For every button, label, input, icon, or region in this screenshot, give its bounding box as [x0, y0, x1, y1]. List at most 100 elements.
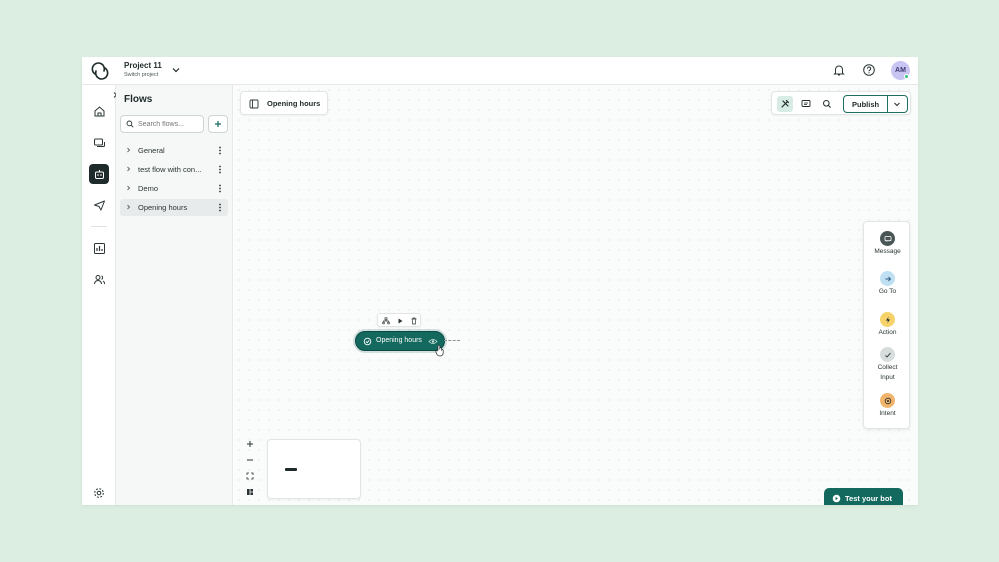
minimap-node [285, 468, 297, 471]
breadcrumb-title: Opening hours [267, 99, 321, 108]
fit-view-button[interactable] [242, 469, 258, 483]
publish-button[interactable]: Publish [843, 95, 908, 113]
node-action-bar [377, 313, 421, 327]
palette-item-intent[interactable]: Intent [864, 393, 911, 419]
bot-icon [94, 169, 104, 179]
flow-breadcrumb[interactable]: Opening hours [240, 91, 328, 115]
arrow-right-icon [880, 271, 895, 286]
hierarchy-icon [382, 317, 390, 325]
help-icon[interactable] [862, 63, 876, 77]
nav-home[interactable] [89, 101, 109, 121]
plus-icon [247, 441, 253, 447]
flow-label: Demo [138, 184, 159, 193]
project-switcher[interactable]: Project 11 Switch project [124, 61, 162, 79]
logo-icon[interactable] [90, 61, 110, 81]
switch-project-label: Switch project [124, 72, 159, 78]
nav-rail [82, 85, 118, 505]
chevron-right-icon [127, 204, 131, 210]
search-icon [823, 100, 831, 108]
canvas-search-button[interactable] [819, 96, 835, 112]
flows-sidebar: Flows General test flow with con... Demo… [116, 85, 233, 505]
plus-icon [215, 121, 221, 127]
fullscreen-icon [246, 472, 254, 480]
rail-divider [91, 226, 107, 227]
flow-item-test-flow[interactable]: test flow with con... [120, 161, 228, 178]
more-vertical-icon[interactable] [217, 145, 223, 156]
nav-contacts[interactable] [89, 269, 109, 289]
node-connector-line[interactable] [444, 340, 460, 342]
more-vertical-icon[interactable] [217, 202, 223, 213]
sidebar-title: Flows [124, 94, 153, 105]
tools-button[interactable] [777, 96, 793, 112]
nav-broadcasts[interactable] [89, 195, 109, 215]
minimap[interactable] [267, 439, 361, 499]
zoom-controls [242, 437, 258, 501]
palette-item-action[interactable]: Action [864, 312, 911, 338]
project-name: Project 11 [124, 61, 162, 70]
target-icon [880, 393, 895, 408]
test-bot-button[interactable]: Test your bot [824, 488, 903, 505]
palette-label: Go To [878, 288, 897, 295]
chevron-right-icon [127, 185, 131, 191]
more-vertical-icon[interactable] [217, 183, 223, 194]
start-node-icon [363, 337, 372, 346]
palette-item-go-to[interactable]: Go To [864, 271, 911, 297]
flow-start-node[interactable]: Opening hours [355, 331, 445, 351]
chevron-right-icon [127, 147, 131, 153]
check-input-icon [880, 347, 895, 362]
zoom-out-button[interactable] [242, 453, 258, 467]
publish-divider [887, 96, 888, 112]
node-play-button[interactable] [395, 316, 405, 326]
node-structure-button[interactable] [381, 316, 391, 326]
search-box[interactable] [120, 115, 204, 133]
palette-item-collect-input[interactable]: Collect Input [864, 347, 911, 383]
play-icon [398, 318, 403, 324]
node-palette: Message Go To Action Collect Input Inten… [863, 221, 910, 429]
chat-icon [93, 138, 105, 147]
more-vertical-icon[interactable] [217, 164, 223, 175]
nav-analytics[interactable] [89, 238, 109, 258]
home-icon [94, 105, 104, 116]
nav-bot-builder[interactable] [89, 164, 109, 184]
app-window: Project 11 Switch project AM Flows Searc… [82, 57, 918, 505]
gear-icon [94, 488, 104, 498]
chevron-right-icon [127, 166, 131, 172]
comment-icon [801, 100, 811, 107]
zoom-in-button[interactable] [242, 437, 258, 451]
flow-item-opening-hours[interactable]: Opening hours [120, 199, 228, 216]
auto-layout-button[interactable] [242, 485, 258, 499]
message-icon [880, 231, 895, 246]
canvas-toolbar: Publish [771, 91, 911, 115]
palette-label: Collect Input [877, 364, 898, 381]
flow-label: General [138, 146, 165, 155]
node-delete-button[interactable] [409, 316, 419, 326]
tools-icon [781, 99, 790, 108]
palette-label: Intent [879, 410, 896, 417]
hand-cursor-icon [435, 344, 444, 357]
settings-button[interactable] [89, 483, 109, 503]
flow-item-demo[interactable]: Demo [120, 180, 228, 197]
search-input[interactable] [138, 118, 202, 130]
add-flow-button[interactable] [208, 115, 228, 133]
chevron-down-icon[interactable] [171, 65, 181, 75]
nav-conversations[interactable] [89, 133, 109, 153]
palette-label: Message [874, 248, 901, 255]
minus-icon [247, 459, 253, 461]
test-bot-label: Test your bot [845, 494, 892, 503]
flow-item-general[interactable]: General [120, 142, 228, 159]
send-icon [93, 200, 105, 210]
comments-button[interactable] [798, 96, 814, 112]
flow-canvas[interactable]: Opening hours Publish Opening hours Mess… [234, 85, 918, 505]
layout-icon [247, 489, 253, 495]
analytics-icon [93, 242, 105, 254]
palette-label: Action [878, 329, 897, 336]
chevron-down-icon[interactable] [892, 99, 902, 109]
node-label: Opening hours [376, 337, 422, 344]
flow-label: test flow with con... [138, 165, 202, 174]
flow-label: Opening hours [138, 203, 188, 212]
top-bar: Project 11 Switch project AM [82, 57, 918, 85]
lightning-icon [880, 312, 895, 327]
online-status-dot [904, 74, 909, 79]
bell-icon[interactable] [832, 63, 846, 77]
palette-item-message[interactable]: Message [864, 231, 911, 257]
